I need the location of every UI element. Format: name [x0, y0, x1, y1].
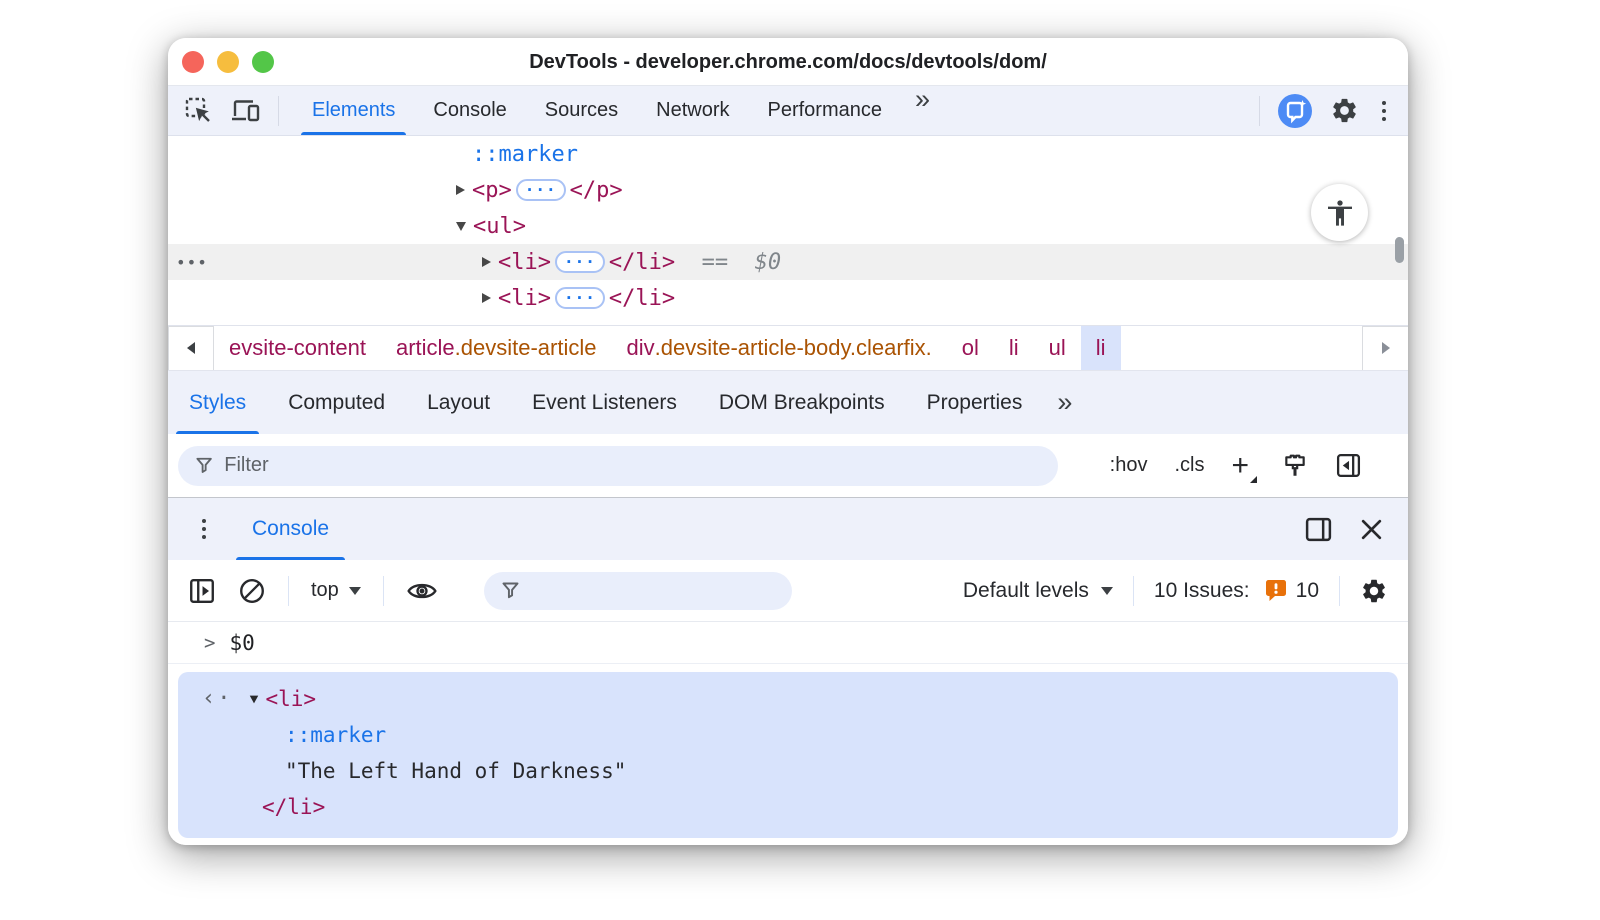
console-settings-gear-icon[interactable]	[1360, 577, 1388, 605]
page-background: DevTools - developer.chrome.com/docs/dev…	[0, 0, 1600, 920]
dom-scrollbar-thumb[interactable]	[1395, 237, 1404, 263]
breadcrumb-item[interactable]: evsite-content	[214, 326, 381, 370]
clear-console-icon[interactable]	[238, 577, 266, 605]
drawer-menu-kebab-icon[interactable]	[168, 498, 230, 560]
settings-gear-icon[interactable]	[1330, 96, 1359, 125]
javascript-context-dropdown[interactable]: top	[311, 579, 361, 602]
console-toolbar: top Default levels 10 Issues: 10	[168, 560, 1408, 622]
breadcrumb-scroll-left-button[interactable]	[168, 325, 214, 371]
window-title: DevTools - developer.chrome.com/docs/dev…	[529, 51, 1047, 73]
new-style-rule-button[interactable]: +	[1231, 450, 1257, 483]
returned-value-icon: ‹·	[202, 686, 233, 711]
tab-styles[interactable]: Styles	[168, 371, 267, 434]
tab-event-listeners[interactable]: Event Listeners	[511, 371, 698, 434]
dock-panel-left-icon[interactable]	[1335, 452, 1362, 479]
breadcrumb-item[interactable]: ul	[1034, 326, 1081, 370]
toolbar-divider	[1132, 575, 1134, 606]
issue-badge-icon	[1265, 580, 1286, 601]
console-command-row[interactable]: > $0	[168, 622, 1408, 664]
ai-assistance-icon[interactable]	[1277, 93, 1313, 129]
tab-network[interactable]: Network	[637, 86, 748, 135]
dom-node-marker[interactable]: ::marker	[168, 136, 1408, 172]
expand-arrow-icon[interactable]	[482, 257, 491, 267]
inline-expand-icon[interactable]: ···	[554, 251, 605, 273]
chevron-down-icon	[1100, 586, 1113, 595]
chevron-left-icon	[187, 342, 195, 354]
inline-expand-icon[interactable]: ···	[515, 179, 566, 201]
filter-funnel-icon	[502, 582, 519, 599]
more-tabs-icon[interactable]: »	[901, 86, 942, 135]
dom-node-li-selected[interactable]: ••• <li> ··· </li> == $0	[168, 244, 1408, 280]
toolbar-divider	[382, 575, 384, 606]
dom-node-p[interactable]: <p> ··· </p>	[168, 172, 1408, 208]
breadcrumb-item-selected[interactable]: li	[1080, 326, 1121, 370]
toolbar-divider	[1339, 575, 1340, 606]
tab-computed[interactable]: Computed	[267, 371, 406, 434]
dollar-zero-annotation: $0	[754, 249, 782, 275]
tab-properties[interactable]: Properties	[906, 371, 1044, 434]
toolbar-divider	[1259, 95, 1260, 126]
dom-node-li[interactable]: <li> ··· </li>	[168, 280, 1408, 316]
log-levels-dropdown[interactable]: Default levels	[963, 579, 1113, 603]
element-classes-button[interactable]: .cls	[1174, 454, 1204, 477]
node-overflow-dots-icon[interactable]: •••	[176, 244, 208, 280]
more-options-kebab-icon[interactable]	[1376, 100, 1392, 121]
issues-counter[interactable]: 10 Issues: 10	[1154, 579, 1319, 603]
breadcrumb-item[interactable]: li	[994, 326, 1034, 370]
collapse-arrow-icon[interactable]	[456, 221, 466, 231]
tab-console[interactable]: Console	[414, 86, 525, 135]
tab-dom-breakpoints[interactable]: DOM Breakpoints	[698, 371, 906, 434]
filter-funnel-icon	[196, 457, 212, 473]
toolbar-divider	[278, 95, 279, 126]
devtools-window: DevTools - developer.chrome.com/docs/dev…	[168, 38, 1408, 845]
show-console-sidebar-icon[interactable]	[188, 577, 216, 605]
styles-filter-field[interactable]	[178, 445, 1058, 486]
live-expression-eye-icon[interactable]	[406, 578, 438, 604]
console-prompt-chevron: >	[204, 631, 216, 654]
dom-breadcrumb-bar: evsite-content article .devsite-article d…	[168, 325, 1408, 371]
styles-toolbar: :hov .cls +	[168, 434, 1408, 497]
panel-tabs: Elements Console Sources Network Perform…	[293, 86, 942, 135]
breadcrumb-scroll-right-button[interactable]	[1362, 325, 1408, 371]
breadcrumb-item[interactable]: ol	[947, 326, 994, 370]
chevron-down-icon	[348, 586, 361, 595]
tab-elements[interactable]: Elements	[293, 86, 414, 135]
console-result-highlighted[interactable]: ‹· <li> ::marker "The Left Hand of Darkn…	[178, 672, 1398, 838]
console-command: $0	[229, 630, 255, 655]
split-panel-icon[interactable]	[1304, 516, 1333, 543]
inline-expand-icon[interactable]: ···	[554, 287, 605, 309]
accessibility-icon[interactable]	[1311, 184, 1368, 241]
format-brush-icon[interactable]	[1282, 453, 1308, 479]
dom-tree-panel: ::marker <p> ··· </p> <ul> ••• <li> ··· </li…	[168, 136, 1408, 325]
chevron-right-icon	[1381, 342, 1390, 354]
title-bar: DevTools - developer.chrome.com/docs/dev…	[168, 38, 1408, 86]
device-toolbar-icon[interactable]	[230, 97, 262, 125]
styles-sidebar-tabs: Styles Computed Layout Event Listeners D…	[168, 370, 1408, 434]
drawer-tab-console[interactable]: Console	[230, 498, 351, 560]
expand-arrow-icon[interactable]	[456, 185, 465, 195]
inspect-element-icon[interactable]	[184, 96, 214, 126]
tab-performance[interactable]: Performance	[749, 86, 902, 135]
styles-filter-input[interactable]	[224, 454, 1042, 477]
toolbar-divider	[288, 575, 289, 606]
console-output: > $0 ‹· <li> ::marker "The Left Hand of …	[168, 622, 1408, 845]
dom-node-ul[interactable]: <ul>	[168, 208, 1408, 244]
tab-layout[interactable]: Layout	[406, 371, 511, 434]
console-result-string: "The Left Hand of Darkness"	[285, 759, 627, 783]
toggle-element-state-button[interactable]: :hov	[1110, 454, 1148, 477]
expand-arrow-icon[interactable]	[482, 293, 491, 303]
console-drawer-header: Console	[168, 497, 1408, 560]
tab-sources[interactable]: Sources	[526, 86, 637, 135]
console-filter-field[interactable]	[483, 571, 792, 610]
breadcrumb-item[interactable]: div .devsite-article-body.clearfix.	[612, 326, 947, 370]
breadcrumb-item[interactable]: article .devsite-article	[381, 326, 612, 370]
close-drawer-icon[interactable]	[1359, 517, 1384, 542]
more-tabs-icon[interactable]: »	[1043, 371, 1084, 434]
collapse-arrow-icon[interactable]	[249, 695, 258, 703]
devtools-tab-bar: Elements Console Sources Network Perform…	[168, 86, 1408, 136]
